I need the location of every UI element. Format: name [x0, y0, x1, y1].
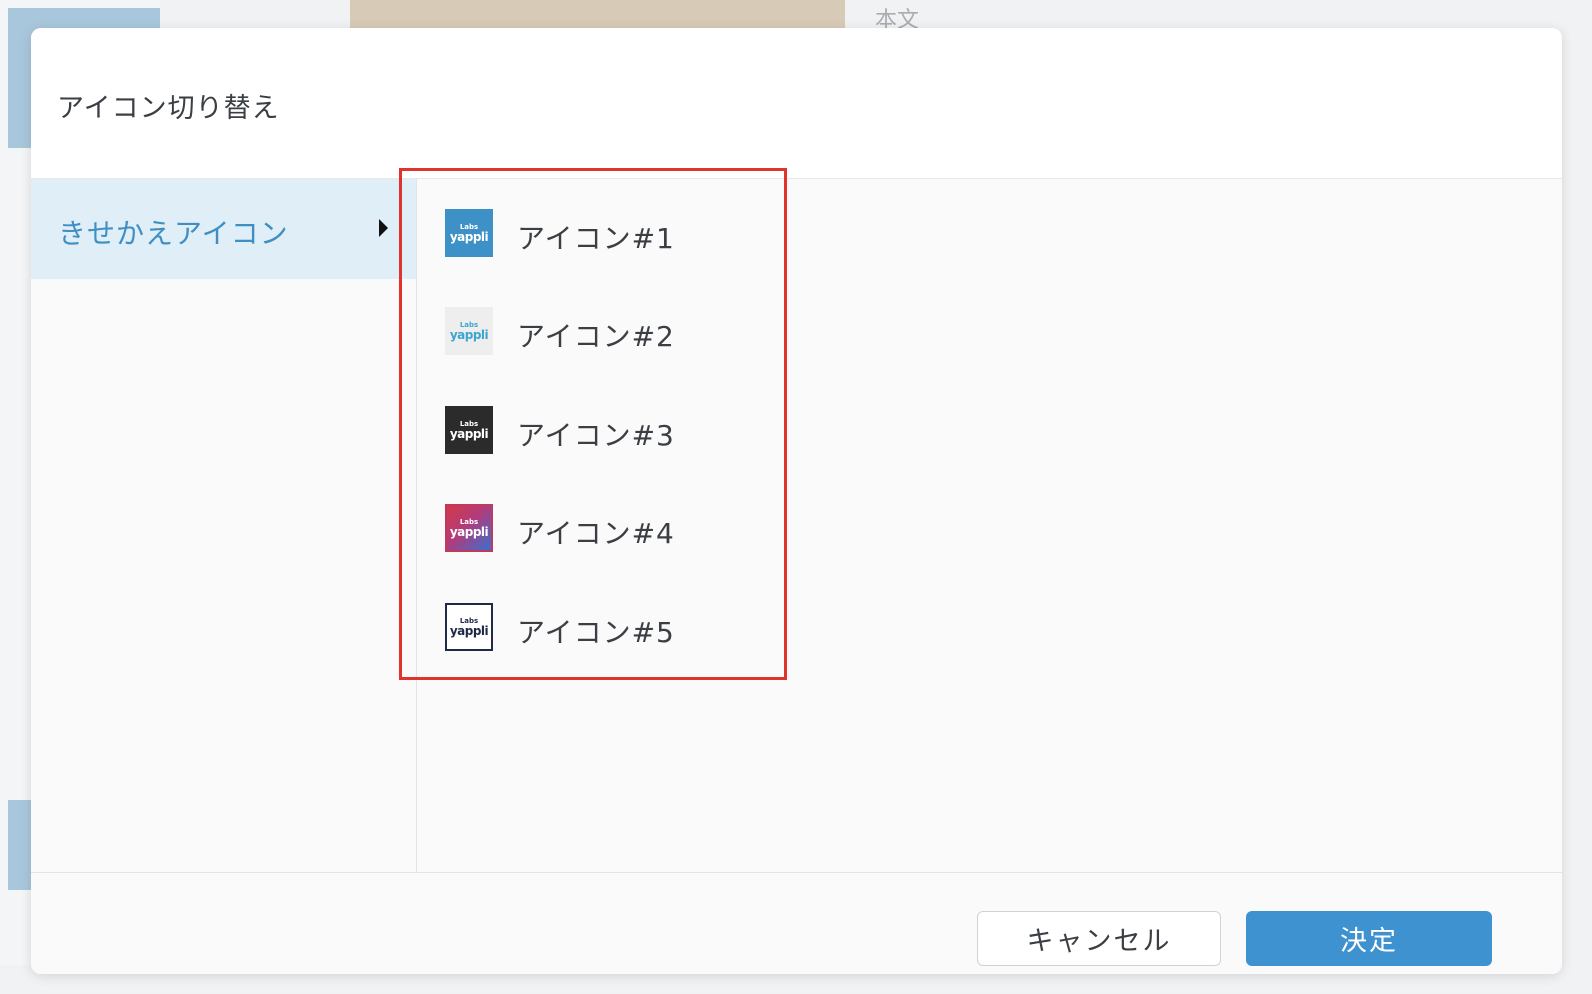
modal-footer: キャンセル 決定	[31, 872, 1562, 974]
icon-option-1[interactable]: Labs yappli アイコン#1	[445, 203, 785, 263]
app-icon-thumbnail: Labs yappli	[445, 406, 493, 454]
category-item-kisekae[interactable]: きせかえアイコン	[31, 179, 416, 279]
category-label: きせかえアイコン	[58, 217, 289, 250]
app-icon-thumbnail: Labs yappli	[445, 504, 493, 552]
icon-option-label: アイコン#2	[517, 320, 675, 353]
thumbnail-logo-text: yappli	[449, 229, 489, 244]
preview-column	[810, 179, 1562, 872]
icon-option-label: アイコン#5	[517, 616, 675, 649]
icon-option-label: アイコン#3	[517, 419, 675, 452]
icon-option-4[interactable]: Labs yappli アイコン#4	[445, 498, 785, 558]
thumbnail-logo-text: yappli	[449, 623, 489, 638]
confirm-button[interactable]: 決定	[1246, 911, 1492, 966]
icon-switch-modal: アイコン切り替え きせかえアイコン Labs yappli アイコン#1 Labs ya…	[31, 28, 1562, 974]
app-icon-thumbnail: Labs yappli	[445, 603, 493, 651]
icon-option-2[interactable]: Labs yappli アイコン#2	[445, 301, 785, 361]
modal-title: アイコン切り替え	[57, 93, 280, 124]
icon-option-3[interactable]: Labs yappli アイコン#3	[445, 400, 785, 460]
background-image	[350, 0, 845, 28]
cancel-button[interactable]: キャンセル	[977, 911, 1221, 966]
caret-right-icon	[379, 219, 388, 237]
icon-option-label: アイコン#1	[517, 222, 675, 255]
icon-option-5[interactable]: Labs yappli アイコン#5	[445, 597, 785, 657]
category-column: きせかえアイコン	[31, 179, 416, 872]
thumbnail-logo-text: yappli	[449, 426, 489, 441]
modal-body: きせかえアイコン Labs yappli アイコン#1 Labs yappli アイコン#…	[31, 179, 1562, 872]
modal-header: アイコン切り替え	[31, 28, 1562, 179]
icon-option-label: アイコン#4	[517, 517, 675, 550]
app-icon-thumbnail: Labs yappli	[445, 209, 493, 257]
app-icon-thumbnail: Labs yappli	[445, 307, 493, 355]
icon-list-column: Labs yappli アイコン#1 Labs yappli アイコン#2 Labs yapp…	[416, 179, 811, 872]
thumbnail-logo-text: yappli	[449, 524, 489, 539]
thumbnail-logo-text: yappli	[449, 327, 489, 342]
